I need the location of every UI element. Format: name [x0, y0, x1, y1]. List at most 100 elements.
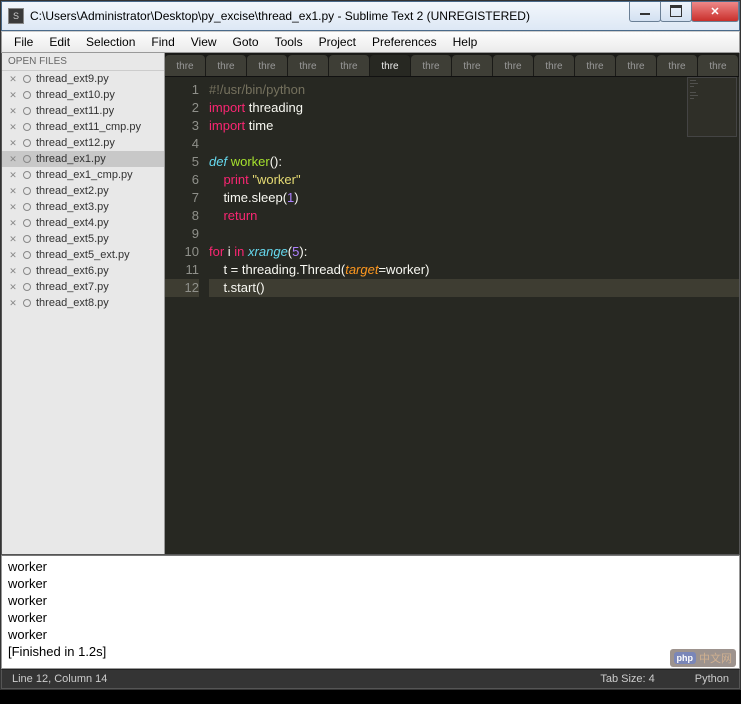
editor-tab[interactable]: thre [329, 55, 369, 77]
window-title: C:\Users\Administrator\Desktop\py_excise… [30, 9, 630, 23]
menu-preferences[interactable]: Preferences [364, 33, 445, 51]
file-name: thread_ext2.py [36, 185, 109, 197]
app-icon: S [8, 8, 24, 24]
maximize-button[interactable] [660, 2, 692, 22]
close-file-icon[interactable] [8, 218, 18, 228]
menu-file[interactable]: File [6, 33, 41, 51]
file-status-icon [23, 91, 31, 99]
close-file-icon[interactable] [8, 186, 18, 196]
file-status-icon [23, 219, 31, 227]
menu-goto[interactable]: Goto [225, 33, 267, 51]
close-button[interactable] [691, 2, 739, 22]
close-file-icon[interactable] [8, 282, 18, 292]
open-file-item[interactable]: thread_ext6.py [2, 263, 164, 279]
file-name: thread_ex1_cmp.py [36, 169, 133, 181]
open-file-item[interactable]: thread_ext2.py [2, 183, 164, 199]
editor-tab[interactable]: thre [698, 55, 738, 77]
console-line: worker [8, 558, 733, 575]
file-status-icon [23, 299, 31, 307]
minimize-button[interactable] [629, 2, 661, 22]
open-file-item[interactable]: thread_ext9.py [2, 71, 164, 87]
open-file-item[interactable]: thread_ext7.py [2, 279, 164, 295]
file-name: thread_ext4.py [36, 217, 109, 229]
open-file-item[interactable]: thread_ext5.py [2, 231, 164, 247]
open-file-item[interactable]: thread_ext11.py [2, 103, 164, 119]
window-titlebar: S C:\Users\Administrator\Desktop\py_exci… [1, 1, 740, 31]
file-name: thread_ext10.py [36, 89, 115, 101]
code-area[interactable]: #!/usr/bin/pythonimport threadingimport … [209, 77, 739, 554]
close-file-icon[interactable] [8, 202, 18, 212]
file-name: thread_ext8.py [36, 297, 109, 309]
menu-find[interactable]: Find [143, 33, 182, 51]
editor-tab[interactable]: thre [370, 55, 410, 77]
console-line: worker [8, 609, 733, 626]
editor-tab[interactable]: thre [534, 55, 574, 77]
open-file-item[interactable]: thread_ext11_cmp.py [2, 119, 164, 135]
sidebar: OPEN FILES thread_ext9.pythread_ext10.py… [2, 53, 165, 554]
open-file-item[interactable]: thread_ext10.py [2, 87, 164, 103]
close-file-icon[interactable] [8, 154, 18, 164]
file-status-icon [23, 251, 31, 259]
file-status-icon [23, 187, 31, 195]
open-file-item[interactable]: thread_ex1.py [2, 151, 164, 167]
window-controls [630, 2, 739, 22]
editor-tab[interactable]: thre [165, 55, 205, 77]
close-file-icon[interactable] [8, 90, 18, 100]
editor-tab[interactable]: thre [657, 55, 697, 77]
close-file-icon[interactable] [8, 234, 18, 244]
menu-bar: FileEditSelectionFindViewGotoToolsProjec… [1, 31, 740, 53]
build-console[interactable]: workerworkerworkerworkerworker[Finished … [1, 555, 740, 669]
file-name: thread_ext7.py [36, 281, 109, 293]
editor-tab[interactable]: thre [493, 55, 533, 77]
file-status-icon [23, 283, 31, 291]
close-file-icon[interactable] [8, 170, 18, 180]
file-status-icon [23, 235, 31, 243]
close-file-icon[interactable] [8, 106, 18, 116]
syntax-language[interactable]: Python [695, 673, 729, 685]
open-file-item[interactable]: thread_ex1_cmp.py [2, 167, 164, 183]
console-line: worker [8, 575, 733, 592]
open-file-item[interactable]: thread_ext12.py [2, 135, 164, 151]
menu-help[interactable]: Help [445, 33, 486, 51]
file-status-icon [23, 155, 31, 163]
minimap[interactable]: ▬▬▬▬▬▬▬▬▬▬▬▬▬▬▬▬▬▬ [687, 77, 737, 137]
close-file-icon[interactable] [8, 138, 18, 148]
file-name: thread_ex1.py [36, 153, 106, 165]
open-file-item[interactable]: thread_ext5_ext.py [2, 247, 164, 263]
editor-tab[interactable]: thre [206, 55, 246, 77]
file-name: thread_ext5_ext.py [36, 249, 130, 261]
code-editor[interactable]: 123456789101112 #!/usr/bin/pythonimport … [165, 77, 739, 554]
menu-view[interactable]: View [183, 33, 225, 51]
file-name: thread_ext11.py [36, 105, 114, 117]
console-line: worker [8, 626, 733, 643]
console-line: [Finished in 1.2s] [8, 643, 733, 660]
main-area: OPEN FILES thread_ext9.pythread_ext10.py… [1, 53, 740, 555]
close-file-icon[interactable] [8, 74, 18, 84]
editor-tab[interactable]: thre [288, 55, 328, 77]
menu-edit[interactable]: Edit [41, 33, 78, 51]
tab-size[interactable]: Tab Size: 4 [600, 673, 654, 685]
file-name: thread_ext12.py [36, 137, 115, 149]
editor-tab[interactable]: thre [616, 55, 656, 77]
open-file-item[interactable]: thread_ext8.py [2, 295, 164, 311]
file-name: thread_ext9.py [36, 73, 109, 85]
menu-tools[interactable]: Tools [267, 33, 311, 51]
editor-tab[interactable]: thre [411, 55, 451, 77]
menu-selection[interactable]: Selection [78, 33, 143, 51]
open-file-item[interactable]: thread_ext3.py [2, 199, 164, 215]
console-line: worker [8, 592, 733, 609]
file-status-icon [23, 123, 31, 131]
tab-bar: threthrethrethrethrethrethrethrethrethre… [165, 53, 739, 77]
editor-tab[interactable]: thre [575, 55, 615, 77]
open-file-item[interactable]: thread_ext4.py [2, 215, 164, 231]
close-file-icon[interactable] [8, 298, 18, 308]
watermark: php 中文网 [670, 649, 737, 667]
watermark-text: 中文网 [699, 650, 732, 666]
close-file-icon[interactable] [8, 122, 18, 132]
editor-tab[interactable]: thre [452, 55, 492, 77]
close-file-icon[interactable] [8, 250, 18, 260]
file-status-icon [23, 267, 31, 275]
close-file-icon[interactable] [8, 266, 18, 276]
menu-project[interactable]: Project [311, 33, 364, 51]
editor-tab[interactable]: thre [247, 55, 287, 77]
